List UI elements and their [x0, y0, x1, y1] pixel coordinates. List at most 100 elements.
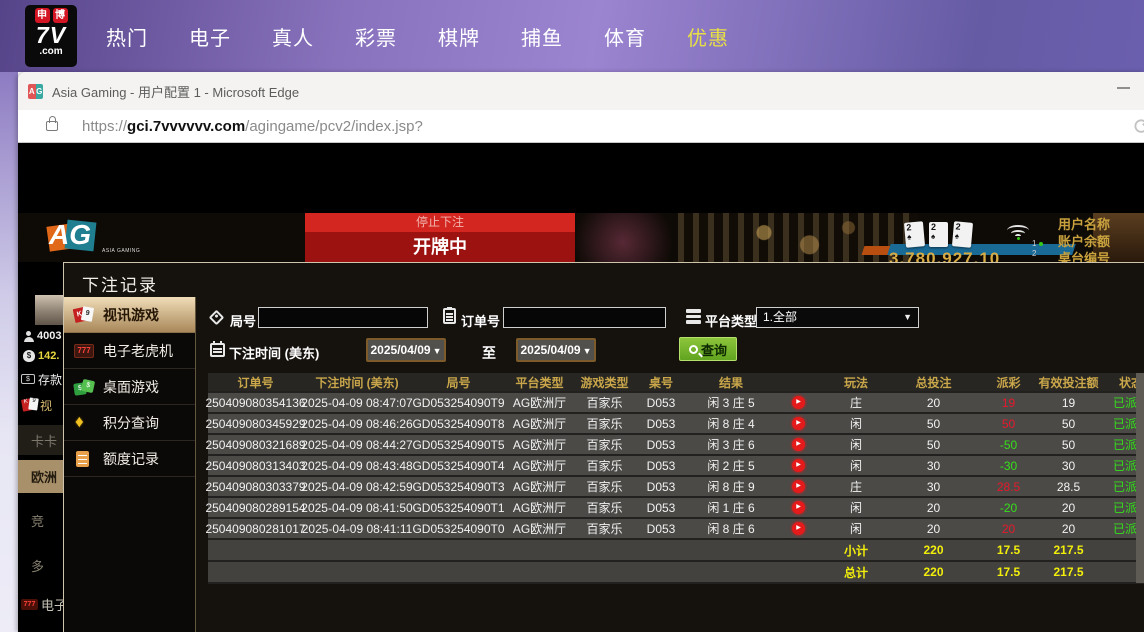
menu-live[interactable]: 真人	[272, 22, 314, 51]
player-count-row: 4003	[18, 327, 63, 345]
address-url[interactable]: https://gci.7vvvvvv.com/agingame/pcv2/in…	[82, 118, 423, 135]
deposit-button[interactable]: $ 存款	[18, 369, 63, 389]
search-button[interactable]: 查询	[679, 337, 737, 361]
minimize-button[interactable]	[1117, 87, 1130, 89]
cell-table: D053	[636, 414, 686, 433]
records-table: 订单号 下注时间 (美东) 局号 平台类型 游戏类型 桌号 结果 玩法 总投注 …	[208, 373, 1144, 584]
col-platform: 平台类型	[506, 373, 573, 391]
replay-video-icon[interactable]: ▶	[792, 438, 805, 451]
site-logo[interactable]: 申 博 7V .com	[25, 5, 77, 67]
replay-video-icon[interactable]: ▶	[792, 417, 805, 430]
menu-hot[interactable]: 热门	[106, 22, 148, 51]
chevron-down-icon: ▼	[433, 346, 442, 356]
menu-fishing[interactable]: 捕鱼	[521, 22, 563, 51]
cell-game: 百家乐	[573, 414, 636, 433]
video-label: 视	[40, 397, 52, 414]
browser-urlbar[interactable]: https://gci.7vvvvvv.com/agingame/pcv2/in…	[18, 110, 1144, 143]
nav-fishing[interactable]: 捕鱼	[18, 627, 63, 632]
sidebar-item-video-games[interactable]: K9 视讯游戏	[64, 297, 195, 333]
clipboard-icon	[443, 308, 456, 324]
table-row: 250409080313403 2025-04-09 08:43:48 GD05…	[208, 456, 1144, 477]
cell-play: 闲	[821, 456, 891, 475]
browser-favicon-icon: AG	[28, 84, 43, 99]
cell-platform: AG欧洲厅	[506, 414, 573, 433]
date-to-select[interactable]: 2025/04/09▼	[516, 338, 596, 362]
replay-video-icon[interactable]: ▶	[792, 459, 805, 472]
platform-type-label: 平台类型	[705, 311, 757, 330]
sidebar-item-table-games[interactable]: $$ 桌面游戏	[64, 369, 195, 405]
window-title: Asia Gaming - 用户配置 1 - Microsoft Edge	[52, 82, 299, 101]
col-payout: 派彩	[976, 373, 1041, 391]
cell-time: 2025-04-09 08:41:50	[303, 498, 411, 517]
cell-platform: AG欧洲厅	[506, 393, 573, 412]
sidebar-label: 桌面游戏	[103, 377, 159, 397]
replay-video-icon[interactable]: ▶	[792, 480, 805, 493]
cell-bet: 30	[891, 456, 976, 475]
slot-777-icon: 777	[21, 599, 38, 610]
order-number-input[interactable]	[503, 307, 666, 328]
player-count: 4003	[37, 330, 61, 342]
table-row: 250409080289154 2025-04-09 08:41:50 GD05…	[208, 498, 1144, 519]
cell-play: 闲	[821, 414, 891, 433]
subtotal-valid: 217.5	[1041, 540, 1096, 560]
table-row: 250409080345929 2025-04-09 08:46:26 GD05…	[208, 414, 1144, 435]
playing-card: 2♠	[929, 222, 948, 247]
cell-table: D053	[636, 498, 686, 517]
nav-duo[interactable]: 多	[18, 550, 63, 580]
sidebar-item-slot-machines[interactable]: 777 电子老虎机	[64, 333, 195, 369]
dealing-label: 开牌中	[305, 232, 575, 262]
col-game: 游戏类型	[573, 373, 636, 391]
menu-promo[interactable]: 优惠	[687, 22, 729, 51]
cell-order: 250409080303379	[208, 477, 303, 496]
cell-result: 闲 3 庄 5	[686, 393, 776, 412]
subtotal-label: 小计	[821, 540, 891, 560]
menu-lottery[interactable]: 彩票	[355, 22, 397, 51]
menu-slots[interactable]: 电子	[189, 22, 231, 51]
nav-video-games[interactable]: K9 视	[18, 392, 63, 418]
replay-video-icon[interactable]: ▶	[792, 501, 805, 514]
subtotal-row: 小计 220 17.5 217.5	[208, 540, 1144, 562]
cell-game: 百家乐	[573, 393, 636, 412]
replay-video-icon[interactable]: ▶	[792, 522, 805, 535]
nav-kaka[interactable]: 卡卡	[18, 425, 63, 455]
chevron-down-icon: ▼	[583, 346, 592, 356]
cell-valid: 50	[1041, 435, 1096, 454]
cell-payout: 50	[976, 414, 1041, 433]
table-scrollbar[interactable]	[1136, 373, 1144, 583]
sidebar-item-credit-records[interactable]: 额度记录	[64, 441, 195, 477]
col-round: 局号	[411, 373, 506, 391]
cell-platform: AG欧洲厅	[506, 477, 573, 496]
subtotal-payout: 17.5	[976, 540, 1041, 560]
modal-title: 下注记录	[82, 271, 158, 296]
sidebar-item-points-query[interactable]: ♦ 积分查询	[64, 405, 195, 441]
nav-jing[interactable]: 竞	[18, 505, 63, 535]
cell-round: GD053254090T8	[411, 414, 506, 433]
replay-video-icon[interactable]: ▶	[792, 396, 805, 409]
cell-play: 庄	[821, 393, 891, 412]
round-number-input[interactable]	[258, 307, 428, 328]
user-avatar[interactable]	[35, 295, 63, 325]
cell-result: 闲 8 庄 9	[686, 477, 776, 496]
platform-select[interactable]: 1.全部 ▼	[756, 307, 919, 328]
nav-slots[interactable]: 777 电子	[18, 590, 63, 618]
cell-valid: 19	[1041, 393, 1096, 412]
round-number-label: 局号	[230, 311, 256, 330]
nav-europe-active[interactable]: 欧洲	[18, 460, 63, 493]
cell-platform: AG欧洲厅	[506, 519, 573, 538]
subtotal-bet: 220	[891, 540, 976, 560]
page-content: AG ASIA GAMING 停止下注 开牌中 2♠ 2♠ 2♠ 3,780,9…	[18, 143, 1144, 632]
col-order: 订单号	[208, 373, 303, 391]
browser-titlebar[interactable]: AG Asia Gaming - 用户配置 1 - Microsoft Edge	[18, 72, 1144, 110]
menu-board[interactable]: 棋牌	[438, 22, 480, 51]
menu-sports[interactable]: 体育	[604, 22, 646, 51]
cell-play: 闲	[821, 519, 891, 538]
site-menu: 热门 电子 真人 彩票 棋牌 捕鱼 体育 优惠	[106, 0, 729, 72]
cell-game: 百家乐	[573, 498, 636, 517]
date-from-select[interactable]: 2025/04/09▼	[366, 338, 446, 362]
game-status-banner[interactable]: 停止下注 开牌中	[305, 213, 575, 262]
page-background-strip	[0, 72, 18, 632]
url-path: /agingame/pcv2/index.jsp?	[245, 118, 423, 135]
playing-card: 2♠	[904, 221, 925, 248]
refresh-icon[interactable]: ⟳	[1134, 114, 1144, 140]
cell-valid: 50	[1041, 414, 1096, 433]
